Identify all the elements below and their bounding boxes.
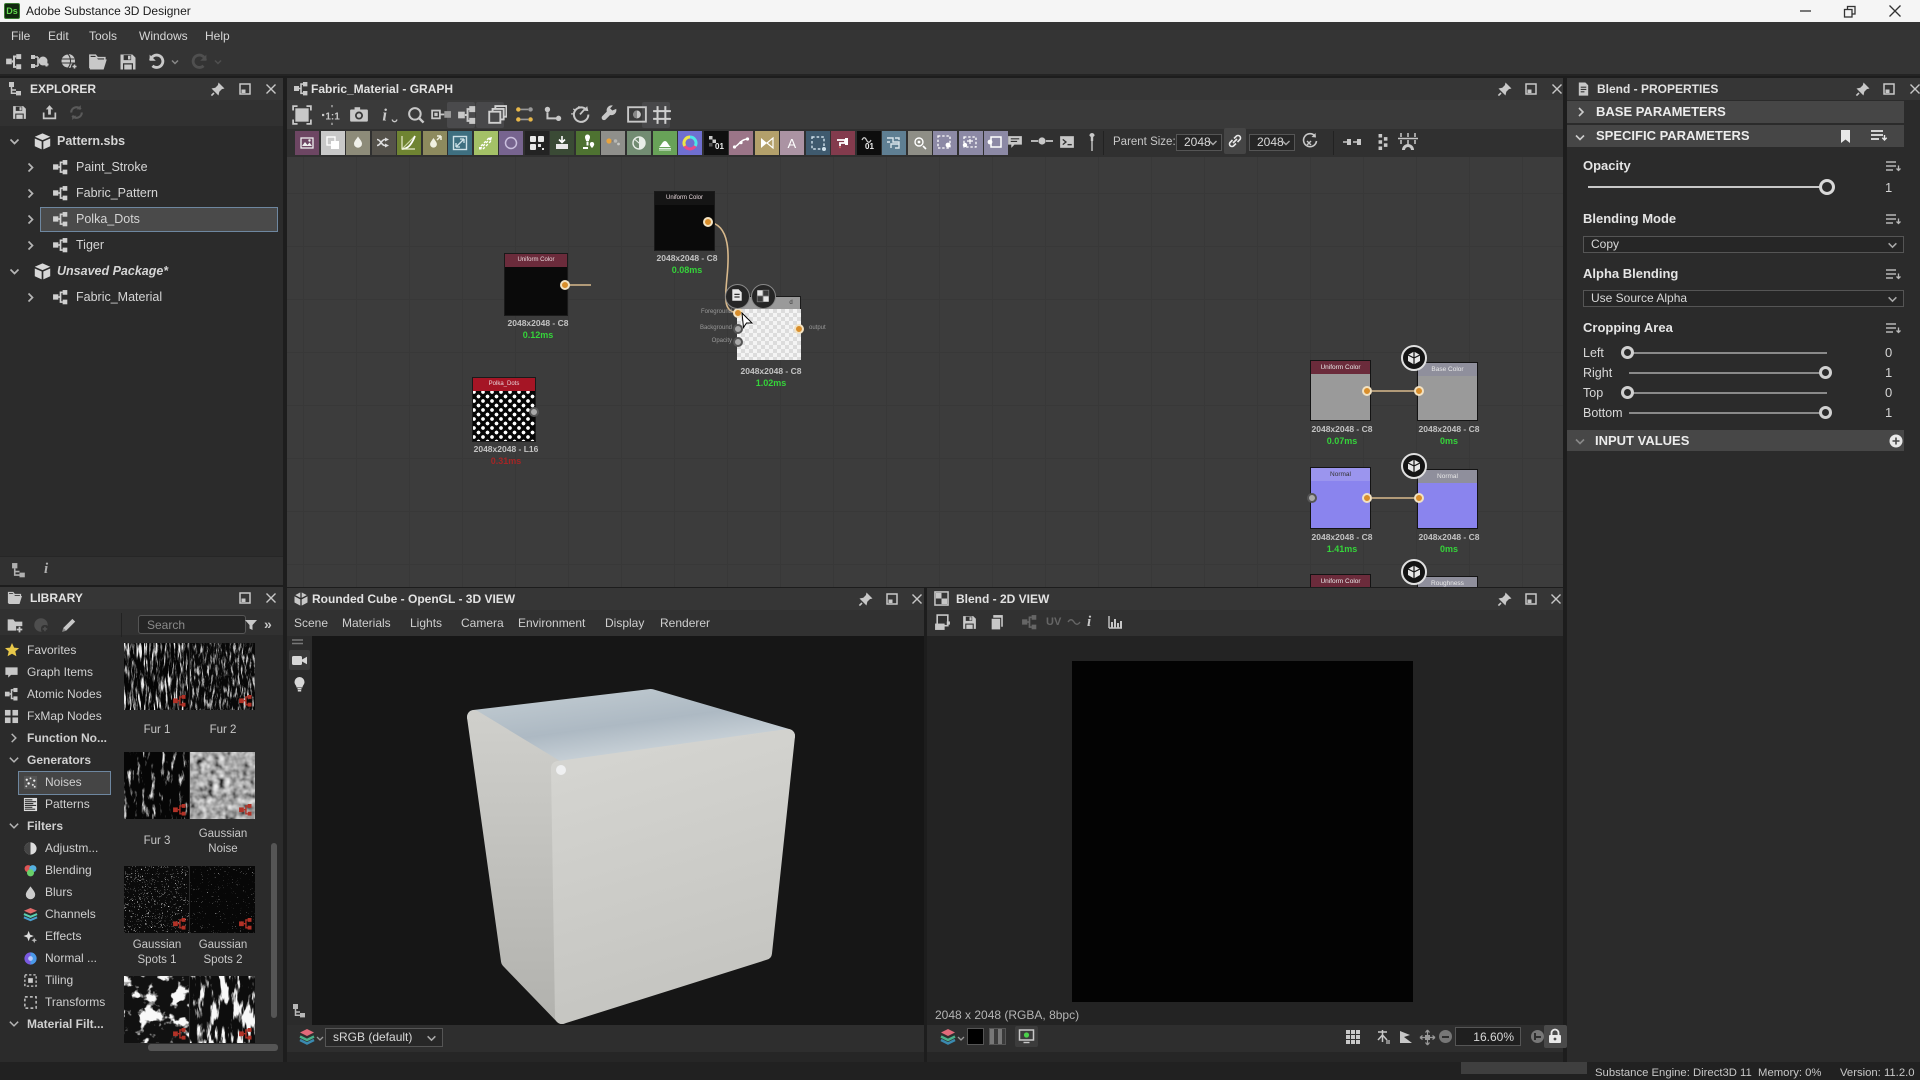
svg-text:1:1: 1:1: [325, 111, 340, 122]
svg-text:01: 01: [865, 142, 874, 151]
svg-text:01: 01: [715, 142, 724, 151]
svg-text:A: A: [788, 136, 797, 151]
svg-text:i: i: [382, 106, 387, 125]
